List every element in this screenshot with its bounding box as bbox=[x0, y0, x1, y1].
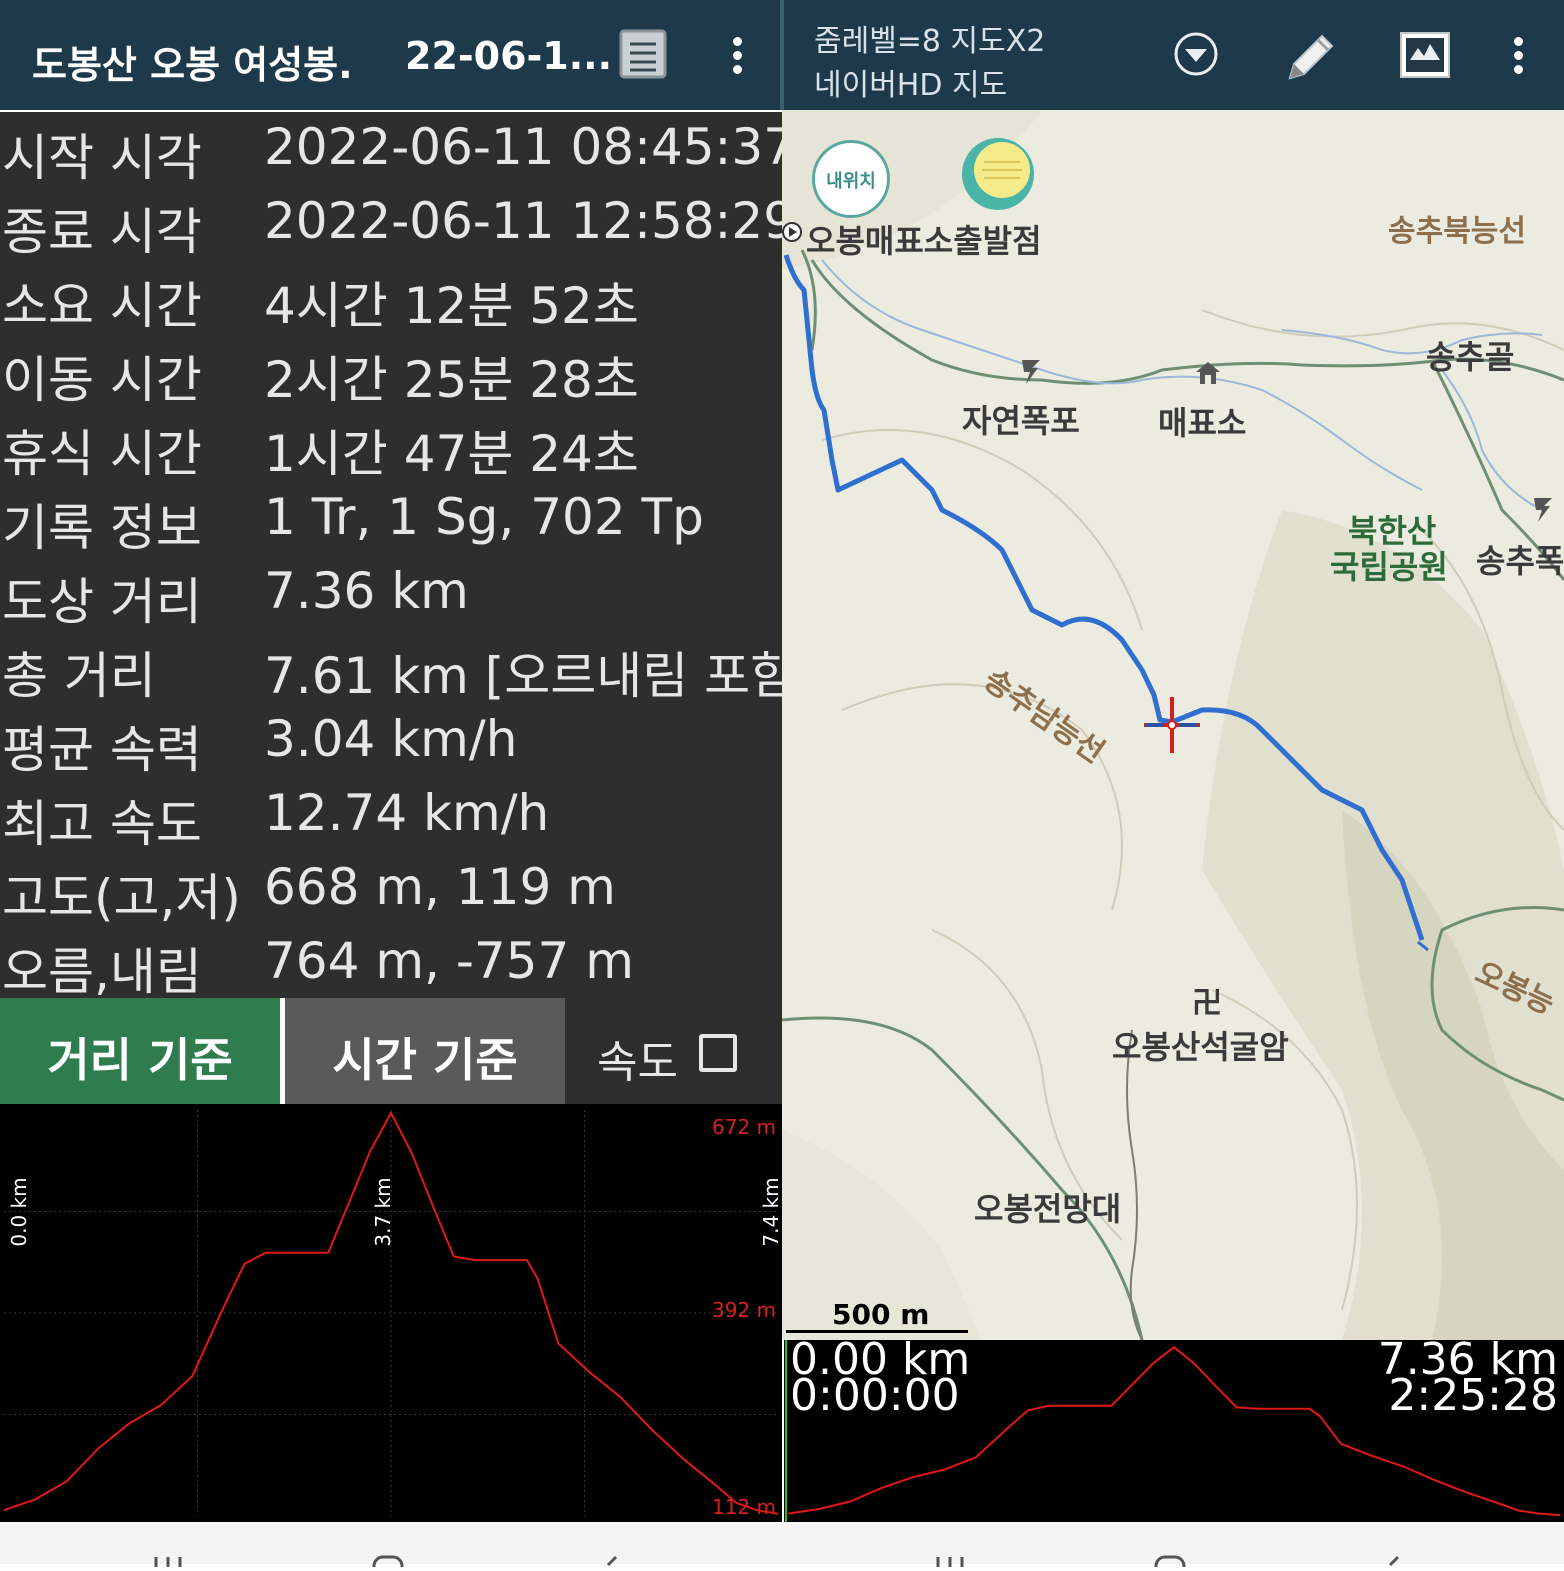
memo-icon[interactable] bbox=[962, 138, 1034, 210]
stat-label-end-time: 종료 시각 bbox=[2, 203, 202, 261]
stat-value-avg-speed: 3.04 km/h bbox=[264, 710, 518, 768]
stat-row: 시작 시각 2022-06-11 08:45:37 bbox=[0, 114, 782, 188]
stat-label-map-distance: 도상 거리 bbox=[2, 573, 202, 631]
scale-bar-label: 500 m bbox=[832, 1298, 930, 1331]
more-menu-icon[interactable] bbox=[717, 15, 757, 95]
stat-row: 고도(고,저) 668 m, 119 m bbox=[0, 854, 782, 928]
x-tick-label: 0.0 km bbox=[7, 1177, 31, 1246]
map-label-songchugol: 송추골 bbox=[1426, 338, 1515, 376]
stat-value-altitude: 668 m, 119 m bbox=[264, 858, 616, 916]
stat-label-ascent-descent: 오름,내림 bbox=[2, 943, 202, 998]
waterfall-icon bbox=[1530, 494, 1556, 524]
home-icon[interactable] bbox=[370, 1552, 406, 1571]
stat-row: 최고 속도 12.74 km/h bbox=[0, 780, 782, 854]
stat-label-moving: 이동 시간 bbox=[2, 351, 202, 409]
stat-value-ascent-descent: 764 m, -757 m bbox=[264, 932, 634, 990]
recent-apps-icon[interactable] bbox=[150, 1552, 186, 1567]
android-nav-bar bbox=[0, 1522, 1564, 1571]
speed-checkbox[interactable]: 속도 bbox=[565, 998, 782, 1104]
map-header: 줌레벨=8 지도X2 네이버HD 지도 bbox=[784, 0, 1564, 110]
stat-label-max-speed: 최고 속도 bbox=[2, 795, 202, 853]
speed-label: 속도 bbox=[597, 1037, 678, 1088]
stat-label-elapsed: 소요 시간 bbox=[2, 277, 202, 335]
mini-elevation-profile[interactable]: 0.00 km 0:00:00 7.36 km 2:25:28 bbox=[784, 1338, 1564, 1522]
stat-row: 총 거리 7.61 km [오르내림 포함] bbox=[0, 632, 782, 706]
pencil-icon[interactable] bbox=[1282, 26, 1338, 82]
stat-label-avg-speed: 평균 속력 bbox=[2, 721, 202, 779]
map-label-ticket-office: 매표소 bbox=[1158, 404, 1247, 442]
stat-label-rest: 휴식 시간 bbox=[2, 425, 202, 483]
stat-row: 이동 시간 2시간 25분 28초 bbox=[0, 336, 782, 410]
stat-row: 오름,내림 764 m, -757 m bbox=[0, 928, 782, 998]
stat-value-end-time: 2022-06-11 12:58:29 bbox=[264, 192, 782, 250]
map-source-text[interactable]: 네이버HD 지도 bbox=[814, 60, 1007, 104]
track-date[interactable]: 22-06-1... bbox=[405, 34, 612, 78]
map-label-songchu-falls: 송추폭 bbox=[1476, 542, 1564, 580]
back-icon[interactable] bbox=[1378, 1552, 1408, 1567]
track-header: 도봉산 오봉 여성봉. 22-06-1... bbox=[0, 0, 780, 110]
stat-value-max-speed: 12.74 km/h bbox=[264, 784, 550, 842]
y-tick-label: 392 m bbox=[712, 1298, 776, 1322]
time-basis-label: 시간 기준 bbox=[332, 1033, 518, 1087]
stat-row: 평균 속력 3.04 km/h bbox=[0, 706, 782, 780]
profile-end-time: 2:25:28 bbox=[1388, 1370, 1558, 1421]
map-label-songchu-north: 송추북능선 bbox=[1388, 214, 1526, 249]
profile-start-time: 0:00:00 bbox=[790, 1370, 960, 1421]
chevron-down-circle-icon[interactable] bbox=[1172, 30, 1220, 78]
checkbox-icon[interactable] bbox=[699, 1034, 737, 1072]
my-location-button[interactable]: 내위치 bbox=[812, 140, 890, 218]
stat-label-total-distance: 총 거리 bbox=[2, 647, 156, 705]
x-tick-label: 3.7 km bbox=[371, 1177, 395, 1246]
map-label-waterfall: 자연폭포 bbox=[962, 402, 1080, 440]
stat-value-rest: 1시간 47분 24초 bbox=[264, 425, 639, 483]
stat-row: 휴식 시간 1시간 47분 24초 bbox=[0, 410, 782, 484]
track-title[interactable]: 도봉산 오봉 여성봉. bbox=[32, 34, 353, 89]
waterfall-icon bbox=[1018, 356, 1044, 386]
map-label-seokguram: 오봉산석굴암 bbox=[1112, 1028, 1289, 1066]
stat-row: 종료 시각 2022-06-11 12:58:29 bbox=[0, 188, 782, 262]
stat-value-elapsed: 4시간 12분 52초 bbox=[264, 277, 639, 335]
map-label-observatory: 오봉전망대 bbox=[974, 1190, 1122, 1228]
stat-label-record-info: 기록 정보 bbox=[2, 499, 202, 557]
recent-apps-icon[interactable] bbox=[932, 1552, 968, 1567]
home-icon[interactable] bbox=[1152, 1552, 1188, 1571]
elevation-chart-svg: 672 m 392 m 112 m 0.0 km 3.7 km 7.4 km bbox=[3, 1110, 783, 1519]
y-tick-label: 112 m bbox=[712, 1495, 776, 1519]
map-label-start: 오봉매표소출발점 bbox=[806, 222, 1042, 260]
stat-value-record-info: 1 Tr, 1 Sg, 702 Tp bbox=[264, 488, 704, 546]
time-basis-button[interactable]: 시간 기준 bbox=[285, 998, 565, 1104]
stat-label-altitude: 고도(고,저) bbox=[2, 869, 241, 927]
scale-bar bbox=[786, 1330, 968, 1333]
stat-value-map-distance: 7.36 km bbox=[264, 562, 469, 620]
stat-row: 기록 정보 1 Tr, 1 Sg, 702 Tp bbox=[0, 484, 782, 558]
elevation-profile-chart[interactable]: 672 m 392 m 112 m 0.0 km 3.7 km 7.4 km bbox=[0, 1104, 783, 1522]
map-layers-icon[interactable] bbox=[1398, 30, 1452, 80]
stat-label-start-time: 시작 시각 bbox=[2, 129, 202, 187]
stat-row: 도상 거리 7.36 km bbox=[0, 558, 782, 632]
zoom-level-text: 줌레벨=8 지도X2 bbox=[814, 24, 1046, 59]
stat-value-start-time: 2022-06-11 08:45:37 bbox=[264, 118, 782, 176]
temple-icon: 卍 bbox=[1192, 986, 1222, 1021]
ticket-office-icon bbox=[1194, 360, 1222, 386]
map-more-menu-icon[interactable] bbox=[1498, 15, 1538, 95]
back-icon[interactable] bbox=[596, 1552, 626, 1567]
x-tick-label: 7.4 km bbox=[759, 1177, 782, 1246]
start-point-icon bbox=[782, 218, 806, 246]
distance-basis-button[interactable]: 거리 기준 bbox=[0, 998, 280, 1104]
track-stats-panel: 시작 시각 2022-06-11 08:45:37 종료 시각 2022-06-… bbox=[0, 112, 782, 998]
map-terrain bbox=[782, 110, 1564, 1340]
stat-row: 소요 시간 4시간 12분 52초 bbox=[0, 262, 782, 336]
distance-basis-label: 거리 기준 bbox=[47, 1033, 233, 1087]
map-view[interactable]: 내위치 오봉매표소출발점 송추북능선 송추골 자연폭포 매표소 북한산 국립공원… bbox=[782, 110, 1564, 1340]
current-position-marker[interactable] bbox=[1144, 697, 1200, 753]
y-tick-label: 672 m bbox=[712, 1115, 776, 1139]
map-label-park-line2: 국립공원 bbox=[1330, 548, 1448, 586]
stat-value-moving: 2시간 25분 28초 bbox=[264, 351, 639, 409]
stat-value-total-distance: 7.61 km [오르내림 포함] bbox=[264, 647, 782, 705]
list-icon[interactable] bbox=[618, 28, 668, 80]
my-location-label: 내위치 bbox=[826, 171, 876, 192]
